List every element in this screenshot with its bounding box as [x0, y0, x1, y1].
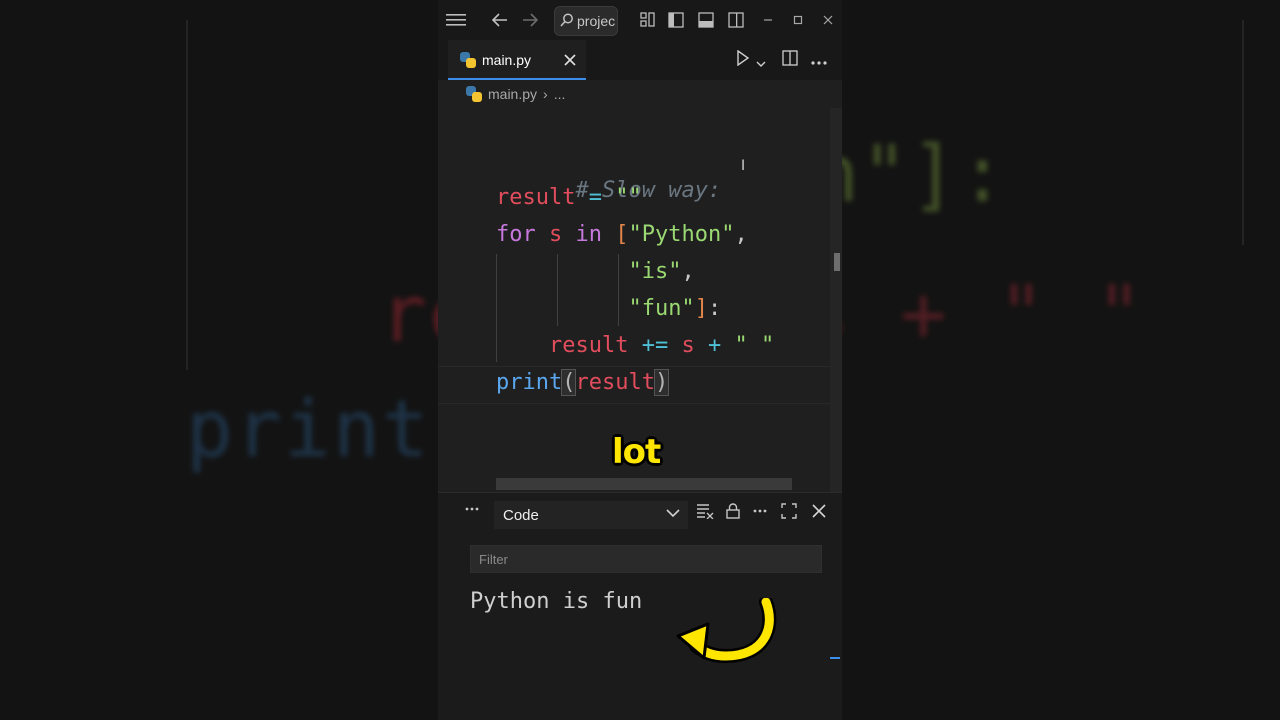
ellipsis-icon[interactable]: [464, 501, 480, 521]
variable-token: result: [496, 185, 576, 210]
vertical-scrollbar[interactable]: [830, 108, 842, 492]
search-text: projec: [577, 13, 616, 29]
panel-toolbar: Code: [438, 501, 842, 529]
lock-scroll-icon[interactable]: [726, 503, 740, 523]
close-icon[interactable]: [816, 8, 840, 32]
output-channel-label: Code: [503, 506, 539, 524]
close-panel-icon[interactable]: [812, 503, 826, 522]
video-caption: lot: [612, 432, 661, 472]
python-file-icon: [460, 52, 476, 68]
background-code-fragment: print: [186, 385, 431, 475]
punctuation-token: ,: [734, 222, 748, 247]
bracket-match-token: (: [561, 369, 577, 396]
command-center-search[interactable]: projec: [554, 6, 618, 36]
menu-icon[interactable]: [444, 8, 468, 32]
scrollbar-thumb[interactable]: [834, 253, 840, 271]
title-bar: projec: [438, 0, 842, 40]
arrow-right-icon[interactable]: [518, 8, 542, 32]
breadcrumb: main.py › ...: [466, 82, 565, 106]
scroll-position-marker: [830, 657, 840, 659]
code-line: "fun"]:: [496, 294, 721, 324]
customize-layout-icon[interactable]: [636, 8, 660, 32]
chevron-right-icon: ›: [543, 86, 548, 102]
output-channel-select[interactable]: Code: [494, 501, 688, 529]
run-dropdown-chevron-icon[interactable]: [756, 54, 766, 72]
breadcrumb-file[interactable]: main.py: [488, 86, 537, 102]
operator-token: =: [588, 185, 602, 210]
code-line: result += s + " ": [496, 331, 774, 361]
operator-token: +: [707, 333, 722, 358]
more-actions-icon[interactable]: [752, 503, 768, 523]
bracket-token: ]: [694, 296, 708, 321]
bracket-match-token: ): [653, 369, 670, 396]
horizontal-scrollbar[interactable]: [496, 478, 792, 490]
tab-main-py[interactable]: main.py: [448, 40, 586, 80]
punctuation-token: ,: [681, 259, 695, 284]
clear-output-icon[interactable]: [696, 503, 714, 523]
search-icon: [560, 13, 574, 30]
background-right: n"]: s + " ": [842, 0, 1280, 720]
variable-token: result: [575, 370, 655, 395]
vscode-window: projec main.py main.py › ... # Slow way:…: [438, 0, 842, 720]
output-panel: Code Python is fun: [438, 492, 842, 720]
punctuation-token: :: [707, 296, 722, 321]
chevron-down-icon: [666, 505, 680, 521]
background-code-fragment: n"]:: [842, 130, 1008, 220]
background-code-fragment: s + " ": [842, 270, 1145, 360]
background-divider: [1242, 20, 1244, 245]
text-cursor-icon: I: [741, 158, 746, 174]
bracket-token: [: [615, 222, 629, 247]
maximize-panel-icon[interactable]: [781, 503, 797, 523]
background-divider: [186, 20, 188, 370]
keyword-token: for: [496, 222, 536, 247]
string-token: "is": [628, 259, 682, 284]
function-token: print: [496, 370, 563, 395]
string-token: " ": [734, 333, 775, 358]
variable-token: s: [549, 222, 563, 247]
python-file-icon: [466, 86, 482, 102]
toggle-panel-icon[interactable]: [694, 8, 718, 32]
variable-token: result: [548, 333, 629, 358]
filter-input[interactable]: [470, 545, 822, 573]
run-python-icon[interactable]: [736, 49, 750, 70]
split-editor-icon[interactable]: [782, 50, 798, 70]
breadcrumb-more[interactable]: ...: [554, 86, 566, 102]
minimize-icon[interactable]: [756, 8, 780, 32]
toggle-primary-sidebar-icon[interactable]: [664, 8, 688, 32]
keyword-token: in: [575, 222, 603, 247]
string-token: "fun": [628, 296, 695, 321]
yellow-arrow-icon: [676, 598, 777, 664]
close-tab-icon[interactable]: [564, 51, 576, 70]
output-text: Python is fun: [470, 589, 643, 614]
tab-label: main.py: [482, 52, 532, 68]
background-code-fragment: re: [380, 270, 438, 360]
more-actions-icon[interactable]: [810, 52, 828, 70]
background-left: re print: [0, 0, 438, 720]
code-line: for s in ["Python",: [496, 220, 748, 250]
code-line: result = "": [496, 183, 642, 213]
code-line: print(result): [496, 368, 670, 398]
operator-token: +=: [641, 333, 669, 358]
string-token: "": [615, 185, 642, 210]
string-token: "Python": [628, 222, 735, 247]
toggle-secondary-sidebar-icon[interactable]: [724, 8, 748, 32]
maximize-icon[interactable]: [786, 8, 810, 32]
variable-token: s: [681, 333, 695, 358]
code-line: "is",: [496, 257, 695, 287]
arrow-left-icon[interactable]: [488, 8, 512, 32]
